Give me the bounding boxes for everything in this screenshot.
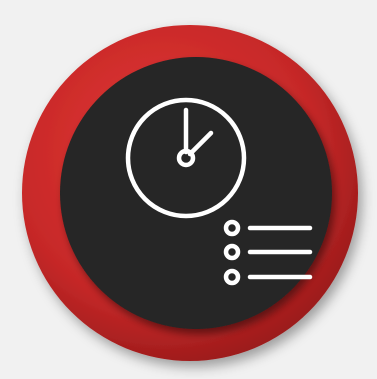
inner-disc — [60, 57, 332, 329]
app-icon-graphic — [22, 25, 358, 361]
app-icon-button[interactable] — [0, 0, 377, 379]
screen — [0, 0, 377, 379]
